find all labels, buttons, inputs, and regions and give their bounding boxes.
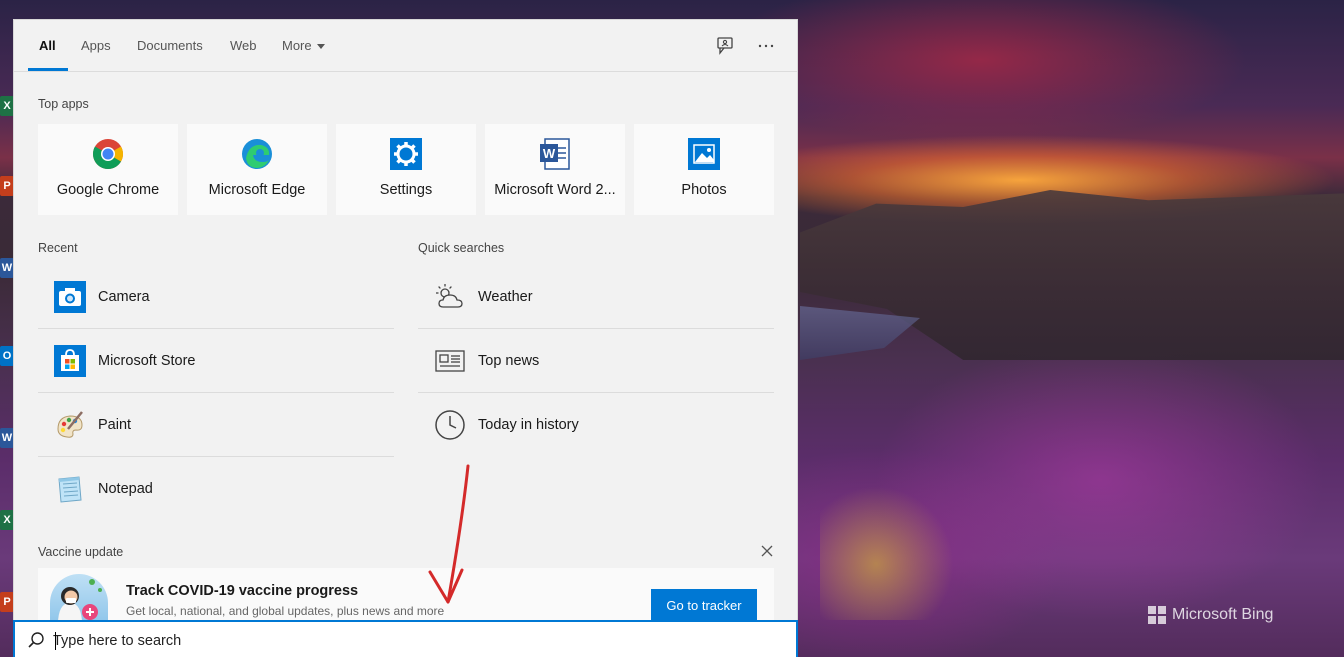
search-icon (28, 632, 44, 648)
quick-search-today-in-history[interactable]: Today in history (418, 393, 774, 457)
word-desktop-icon[interactable]: W (0, 258, 14, 278)
recent-item-label: Paint (98, 416, 132, 433)
search-input[interactable] (53, 628, 773, 654)
quick-search-label: Top news (478, 352, 540, 369)
store-icon (54, 344, 86, 377)
edge-icon (242, 139, 272, 169)
vaccine-update-heading: Vaccine update (38, 545, 124, 559)
excel-desktop-icon[interactable]: X (0, 96, 14, 116)
top-app-edge[interactable]: Microsoft Edge (187, 124, 327, 215)
recent-item-label: Camera (98, 288, 150, 305)
top-app-settings[interactable]: Settings (336, 124, 476, 215)
recent-item-paint[interactable]: Paint (38, 393, 394, 457)
top-app-label: Microsoft Edge (208, 182, 306, 198)
top-app-label: Google Chrome (56, 182, 160, 198)
top-app-label: Photos (681, 182, 727, 198)
outlook-desktop-icon[interactable]: O (0, 346, 14, 366)
clock-icon (435, 410, 465, 440)
tab-apps[interactable]: Apps (81, 38, 111, 53)
top-app-chrome[interactable]: Google Chrome (38, 124, 178, 215)
recent-item-camera[interactable]: Camera (38, 265, 394, 329)
windows-logo-icon (1148, 606, 1166, 624)
person-mask-icon (58, 579, 102, 624)
bing-watermark-text: Microsoft Bing (1172, 606, 1274, 623)
settings-icon (390, 138, 422, 170)
top-apps-heading: Top apps (38, 97, 89, 111)
notepad-icon (58, 476, 82, 503)
recent-item-notepad[interactable]: Notepad (38, 457, 394, 521)
recent-item-store[interactable]: Microsoft Store (38, 329, 394, 393)
quick-search-top-news[interactable]: Top news (418, 329, 774, 393)
quick-search-weather[interactable]: Weather (418, 265, 774, 329)
tab-all[interactable]: All (39, 38, 56, 53)
quick-searches-heading: Quick searches (418, 241, 505, 255)
tab-web[interactable]: Web (230, 38, 257, 53)
tab-more-label: More (282, 38, 312, 53)
recent-heading: Recent (38, 241, 78, 255)
paint-icon (57, 410, 83, 438)
camera-icon (54, 280, 86, 313)
powerpoint-desktop-icon-2[interactable]: P (0, 592, 14, 612)
weather-icon (436, 283, 463, 308)
top-app-photos[interactable]: Photos (634, 124, 774, 215)
go-to-tracker-button[interactable]: Go to tracker (651, 589, 757, 622)
tab-more[interactable]: More (282, 38, 325, 53)
tab-documents[interactable]: Documents (137, 38, 203, 53)
vaccine-illustration (50, 574, 108, 624)
bing-watermark: Microsoft Bing (1148, 606, 1273, 624)
excel-desktop-icon-2[interactable]: X (0, 510, 14, 530)
search-panel: All Apps Documents Web More Top apps Goo… (13, 19, 798, 657)
recent-item-label: Microsoft Store (98, 352, 196, 369)
chevron-down-icon (316, 44, 325, 50)
top-app-word[interactable]: W Microsoft Word 2... (485, 124, 625, 215)
chrome-icon (92, 139, 124, 170)
feedback-icon[interactable] (715, 36, 735, 56)
photos-icon (688, 138, 720, 170)
close-icon[interactable] (760, 544, 774, 558)
quick-search-label: Today in history (478, 417, 579, 433)
word-icon: W (540, 138, 570, 170)
powerpoint-desktop-icon[interactable]: P (0, 176, 14, 196)
news-icon (435, 349, 465, 372)
quick-search-label: Weather (478, 288, 533, 305)
more-options-icon[interactable] (756, 36, 776, 56)
svg-text:W: W (543, 146, 556, 161)
vaccine-title: Track COVID-19 vaccine progress (126, 583, 359, 599)
top-app-label: Microsoft Word 2... (494, 182, 616, 198)
vaccine-card[interactable]: Track COVID-19 vaccine progress Get loca… (38, 568, 774, 624)
search-tabs: All Apps Documents Web More (14, 20, 797, 72)
wallpaper-flowers (820, 480, 960, 620)
top-app-label: Settings (379, 182, 433, 198)
active-tab-indicator (28, 68, 68, 71)
taskbar-search-box[interactable] (13, 620, 798, 657)
vaccine-subtitle: Get local, national, and global updates,… (126, 604, 445, 618)
word-desktop-icon-2[interactable]: W (0, 428, 14, 448)
recent-item-label: Notepad (98, 481, 153, 497)
text-cursor (55, 632, 56, 650)
